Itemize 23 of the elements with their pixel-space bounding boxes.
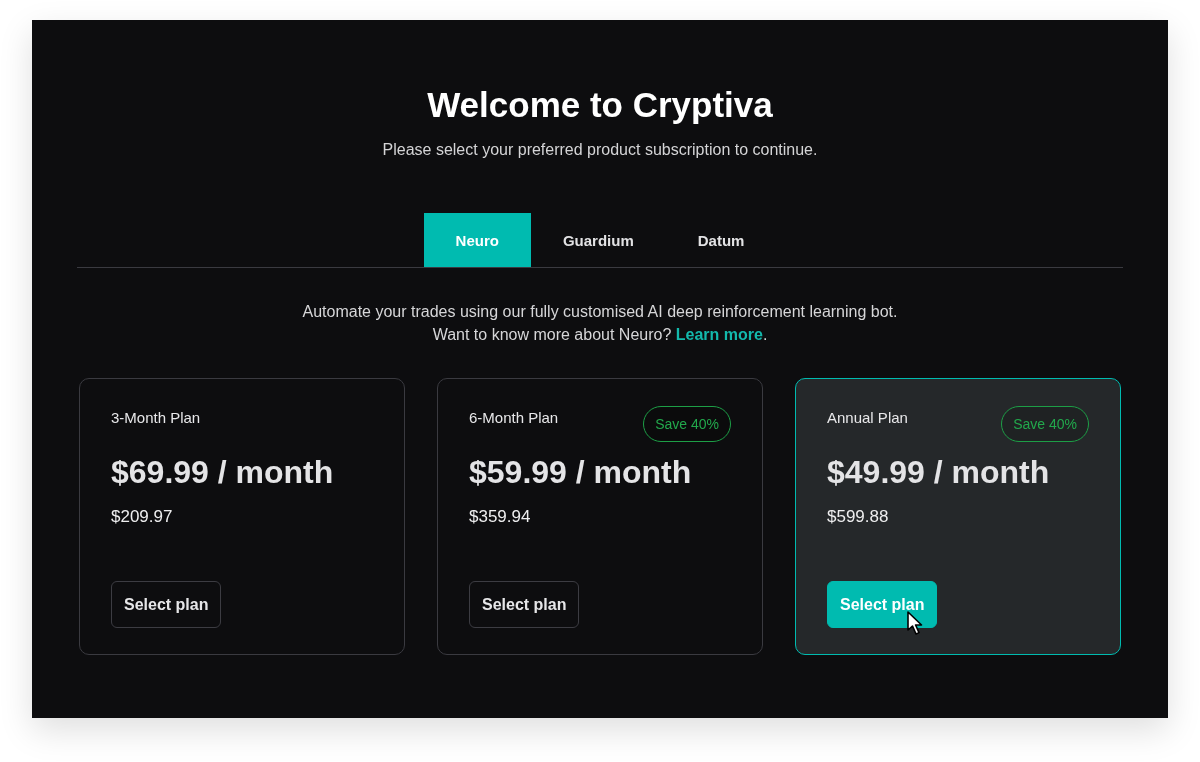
plan-name: Annual Plan <box>827 408 908 428</box>
plan-price: $69.99 / month <box>111 453 335 491</box>
select-plan-button[interactable]: Select plan <box>469 581 580 628</box>
product-tab[interactable]: Datum <box>665 213 777 267</box>
plan-card[interactable]: 6-Month Plan Save 40% $59.99 / month $359.94 Select plan <box>437 378 763 655</box>
discount-badge: Save 40% <box>1001 406 1089 442</box>
page-subtitle: Please select your preferred product subscription to continue. <box>381 140 819 160</box>
plan-total: $209.97 <box>111 506 174 528</box>
plan-name: 3-Month Plan <box>111 408 201 428</box>
plan-name: 6-Month Plan <box>469 408 559 428</box>
description-text: Automate your trades using our fully customised AI deep reinforcement learning bot. Want to know more about Neuro? Learn more. <box>301 302 899 345</box>
mouse-cursor-icon <box>907 611 925 636</box>
plan-card[interactable]: 3-Month Plan $69.99 / month $209.97 Select plan <box>79 378 405 655</box>
select-plan-button[interactable]: Select plan <box>111 581 222 628</box>
learn-more-link[interactable]: Learn more <box>675 326 763 343</box>
plan-price: $59.99 / month <box>469 453 693 491</box>
product-tab[interactable]: Guardium <box>530 213 666 267</box>
plan-total: $599.88 <box>827 506 890 528</box>
plan-price: $49.99 / month <box>827 453 1051 491</box>
plan-total: $359.94 <box>469 506 532 528</box>
plan-card[interactable]: Annual Plan Save 40% $49.99 / month $599.88 Select plan <box>795 378 1121 655</box>
page-title: Welcome to Cryptiva <box>426 85 774 125</box>
discount-badge: Save 40% <box>643 406 731 442</box>
